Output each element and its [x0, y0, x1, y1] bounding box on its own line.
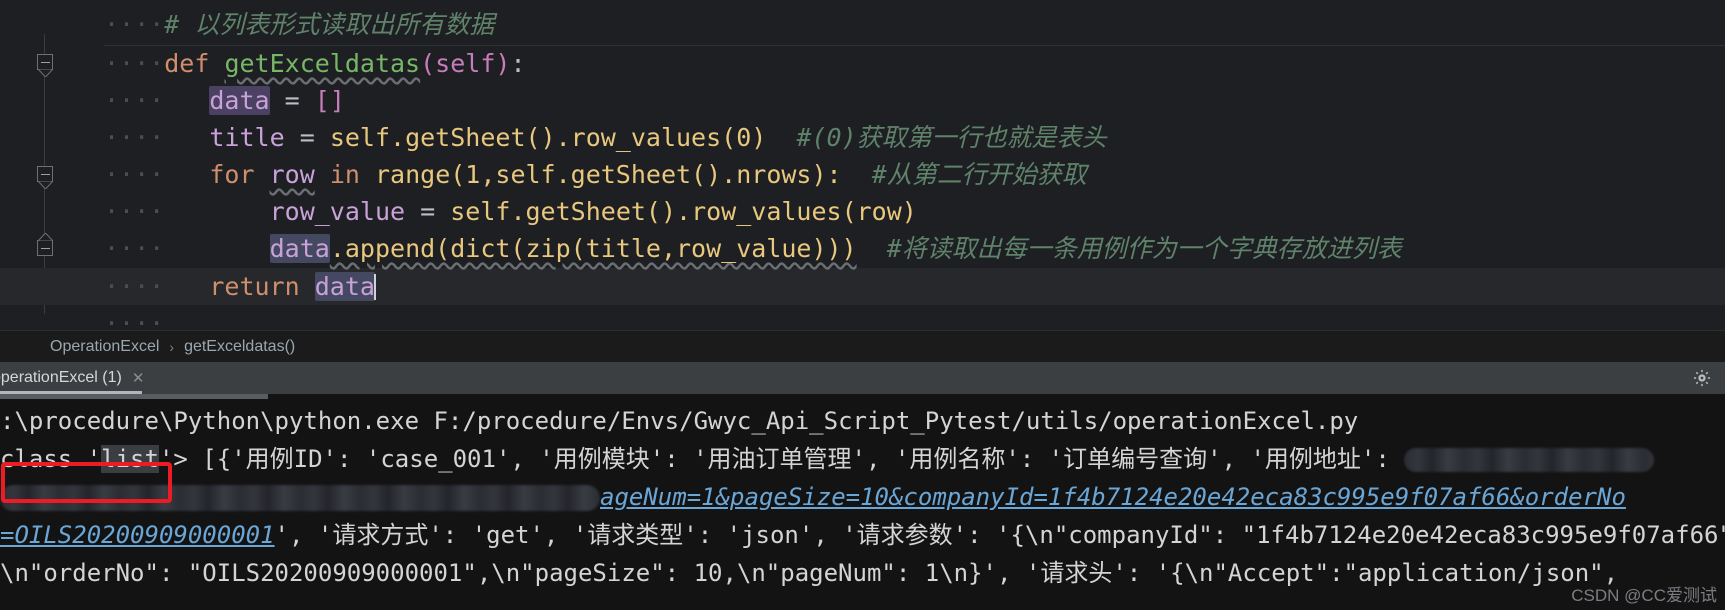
keyword-return: return	[209, 272, 300, 301]
range-expression: range(1,self.getSheet().nrows):	[374, 160, 842, 189]
console-line-result: class 'list'> [{'用例ID': 'case_001', '用例模…	[0, 440, 1725, 478]
console-scrollbar[interactable]	[0, 394, 268, 399]
code-line-data-assign[interactable]: ···· data = []	[0, 82, 1725, 119]
code-line-comment-read-all-data[interactable]: ····# 以列表形式读取出所有数据	[0, 6, 1725, 43]
request-params: ', '请求方式': 'get', '请求类型': 'json', '请求参数'…	[274, 521, 1725, 549]
run-tab-operationexcel[interactable]: operationExcel (1) ✕	[0, 362, 152, 394]
function-name: getExceldatas	[224, 49, 421, 78]
variable-data: data	[314, 272, 375, 301]
code-line-data-append[interactable]: ···· data.append(dict(zip(title,row_valu…	[0, 230, 1725, 267]
expression-row-values: self.getSheet().row_values(0)	[329, 123, 767, 152]
url-link[interactable]: ageNum=1&pageSize=10&companyId=1f4b7124e…	[600, 483, 1626, 511]
run-tab-strip[interactable]: operationExcel (1) ✕	[0, 362, 1725, 394]
equals-sign: =	[284, 86, 300, 115]
code-line-row-value-assign[interactable]: ···· row_value = self.getSheet().row_val…	[0, 193, 1725, 230]
keyword-in: in	[329, 160, 360, 189]
variable-title: title	[209, 123, 285, 152]
request-headers: \n"orderNo": "OILS20200909000001",\n"pag…	[0, 559, 1619, 587]
breadcrumb-method[interactable]: getExceldatas()	[184, 338, 295, 356]
keyword-for: for	[209, 160, 255, 189]
equals-sign: =	[299, 123, 315, 152]
inline-comment: #(0)获取第一行也就是表头	[796, 123, 1107, 152]
code-line-blank[interactable]: ····	[0, 305, 1725, 330]
console-output[interactable]: :\procedure\Python\python.exe F:/procedu…	[0, 394, 1725, 610]
close-icon[interactable]: ✕	[132, 369, 145, 387]
console-line-headers: \n"orderNo": "OILS20200909000001",\n"pag…	[0, 554, 1725, 592]
url-link-tail[interactable]: =OILS20200909000001	[0, 521, 275, 549]
run-tab-label: operationExcel (1)	[0, 369, 122, 386]
code-line-for-loop[interactable]: ···· for row in range(1,self.getSheet().…	[0, 156, 1725, 193]
chevron-right-icon: ›	[169, 338, 175, 355]
code-line-def-getexceldatas[interactable]: ····def getExceldatas(self):	[0, 45, 1725, 82]
gear-icon[interactable]	[1691, 367, 1713, 389]
keyword-def: def	[164, 49, 210, 78]
colon: :	[510, 49, 526, 78]
variable-data: data	[209, 86, 270, 115]
code-line-title-assign[interactable]: ···· title = self.getSheet().row_values(…	[0, 119, 1725, 156]
blurred-url-region	[0, 485, 600, 511]
variable-data: data	[269, 234, 330, 263]
append-expression: .append(dict(zip(title,row_value)))	[329, 234, 857, 263]
console-line-command: :\procedure\Python\python.exe F:/procedu…	[0, 402, 1725, 440]
selected-text-list: list	[101, 445, 159, 473]
param-self: self	[435, 49, 496, 78]
close-paren: )	[495, 49, 511, 78]
pycharm-window: ····# 以列表形式读取出所有数据 ····def getExceldatas…	[0, 0, 1725, 610]
loop-variable-row: row	[269, 160, 315, 189]
watermark: CSDN @CC爱测试	[1571, 586, 1717, 605]
code-line-return-data[interactable]: ···· return data	[0, 268, 1725, 305]
breadcrumb-class[interactable]: OperationExcel	[50, 338, 159, 356]
interpreter-path: :\procedure\Python\python.exe	[0, 407, 420, 435]
open-paren: (	[420, 49, 436, 78]
code-editor[interactable]: ····# 以列表形式读取出所有数据 ····def getExceldatas…	[0, 0, 1725, 330]
blurred-url-region	[1404, 448, 1655, 472]
indent-dots: ····	[104, 10, 165, 39]
equals-sign: =	[420, 197, 436, 226]
empty-list-literal: []	[314, 86, 345, 115]
variable-row-value: row_value	[269, 197, 406, 226]
class-list-tag: class 'list'>	[0, 445, 188, 473]
expression-row-values: self.getSheet().row_values(row)	[450, 197, 917, 226]
result-data: [{'用例ID': 'case_001', '用例模块': '用油订单管理', …	[187, 445, 1405, 473]
code-comment: # 以列表形式读取出所有数据	[164, 10, 495, 39]
console-line-url: ageNum=1&pageSize=10&companyId=1f4b7124e…	[0, 478, 1725, 516]
text-caret	[373, 274, 376, 300]
inline-comment: #将读取出每一条用例作为一个字典存放进列表	[886, 234, 1402, 263]
inline-comment: #从第二行开始获取	[871, 160, 1087, 189]
breadcrumb[interactable]: OperationExcel › getExceldatas()	[0, 330, 1725, 362]
run-tool-window: operationExcel (1) ✕ :\procedure\Python\…	[0, 362, 1725, 610]
console-line-params: =OILS20200909000001', '请求方式': 'get', '请求…	[0, 516, 1725, 554]
script-path: F:/procedure/Envs/Gwyc_Api_Script_Pytest…	[433, 407, 1359, 435]
code-lines[interactable]: ····# 以列表形式读取出所有数据 ····def getExceldatas…	[0, 0, 1725, 330]
